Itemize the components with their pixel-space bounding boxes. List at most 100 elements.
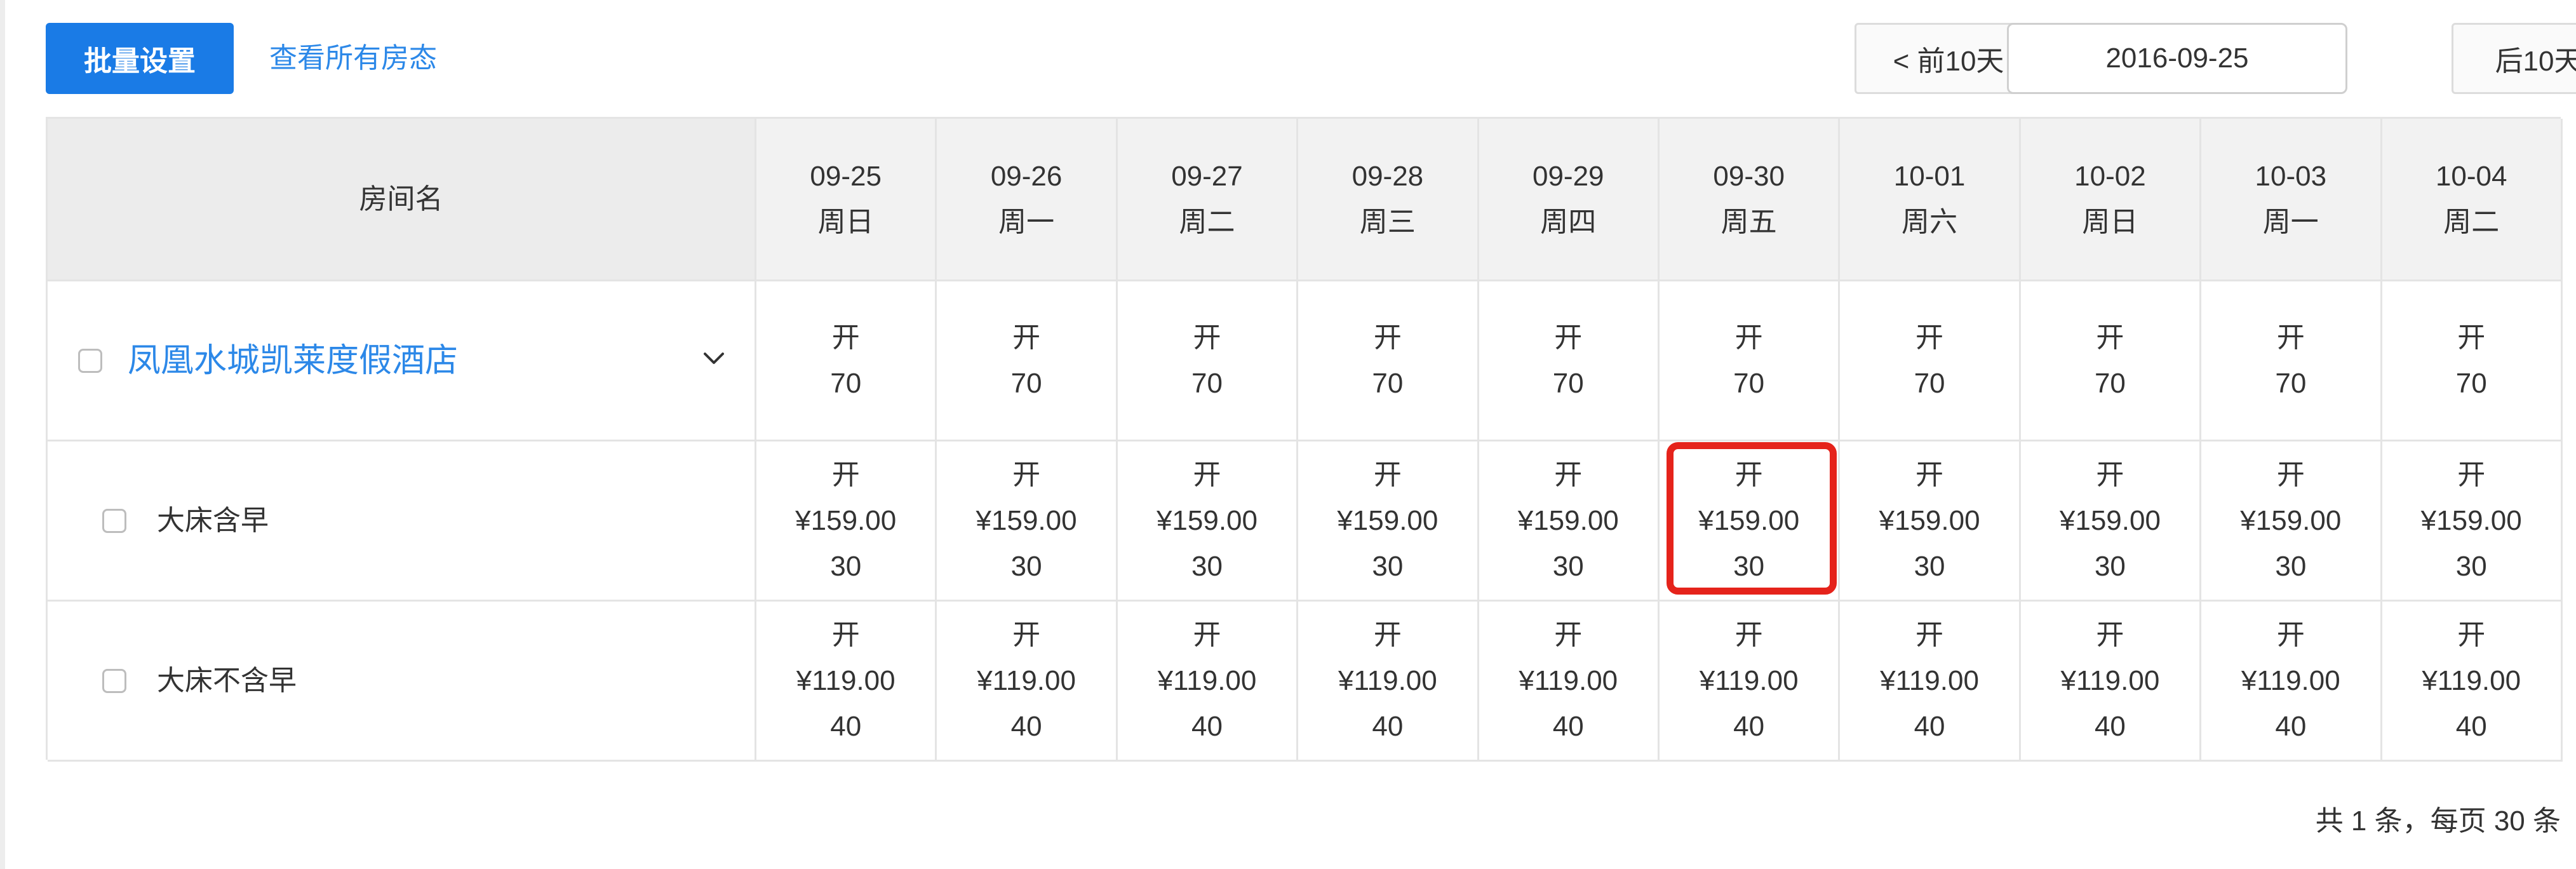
hotel-status-cell[interactable]: 开 70: [1298, 281, 1479, 441]
room-status-cell[interactable]: 开 ¥159.00 30: [1479, 441, 1660, 602]
status-text: 开: [831, 619, 860, 650]
room-status-cell[interactable]: 开 ¥119.00 40: [937, 602, 1118, 762]
status-text: 开: [2276, 459, 2305, 490]
price-text: ¥159.00: [1879, 504, 1980, 536]
room-status-cell[interactable]: 开 ¥159.00 30: [756, 441, 937, 602]
hotel-status-cell[interactable]: 开 70: [756, 281, 937, 441]
price-text: ¥159.00: [795, 504, 897, 536]
room-checkbox[interactable]: [102, 668, 126, 693]
hotel-checkbox[interactable]: [78, 348, 102, 373]
status-text: 开: [2457, 459, 2486, 490]
room-status-cell[interactable]: 开 ¥119.00 40: [2020, 602, 2202, 762]
status-text: 开: [2276, 619, 2305, 650]
price-text: ¥159.00: [1156, 504, 1258, 536]
room-status-cell[interactable]: 开 ¥159.00 30: [1659, 441, 1841, 602]
price-text: ¥119.00: [1880, 664, 1979, 696]
available-count: 40: [1191, 710, 1223, 742]
room-name-header-label: 房间名: [359, 183, 443, 215]
available-count: 40: [830, 710, 862, 742]
weekday-label: 周六: [1902, 206, 1958, 238]
price-text: ¥119.00: [1519, 664, 1618, 696]
available-count: 30: [1372, 550, 1404, 582]
price-text: ¥159.00: [2240, 504, 2342, 536]
room-status-cell[interactable]: 开 ¥119.00 40: [1840, 602, 2021, 762]
view-all-room-status-link[interactable]: 查看所有房态: [269, 38, 437, 79]
date-label: 09-28: [1352, 160, 1424, 192]
weekday-label: 周日: [817, 206, 874, 238]
status-text: 开: [1012, 459, 1041, 490]
available-count: 40: [1372, 710, 1404, 742]
status-text: 开: [1193, 321, 1221, 353]
room-status-cell[interactable]: 开 ¥119.00 40: [756, 602, 937, 762]
price-text: ¥119.00: [1338, 664, 1437, 696]
available-count: 70: [2094, 367, 2126, 399]
available-count: 70: [830, 367, 862, 399]
status-text: 开: [1012, 321, 1041, 353]
room-status-cell[interactable]: 开 ¥119.00 40: [2201, 602, 2382, 762]
hotel-status-cell[interactable]: 开 70: [1659, 281, 1841, 441]
date-label: 10-03: [2255, 160, 2327, 192]
room-name-label: 大床含早: [157, 504, 269, 536]
price-text: ¥119.00: [977, 664, 1076, 696]
available-count: 40: [2094, 710, 2126, 742]
weekday-label: 周五: [1721, 206, 1777, 238]
status-text: 开: [1373, 619, 1402, 650]
available-count: 30: [2094, 550, 2126, 582]
available-count: 70: [1372, 367, 1404, 399]
room-status-cell[interactable]: 开 ¥119.00 40: [2382, 602, 2563, 762]
price-text: ¥119.00: [2060, 664, 2160, 696]
room-name-label: 大床不含早: [157, 664, 297, 696]
status-text: 开: [1373, 459, 1402, 490]
batch-settings-button[interactable]: 批量设置: [46, 23, 234, 94]
status-text: 开: [1554, 459, 1583, 490]
next-10-days-button[interactable]: 后10天 >: [2452, 23, 2576, 94]
room-status-cell[interactable]: 开 ¥159.00 30: [2382, 441, 2563, 602]
price-text: ¥119.00: [2422, 664, 2521, 696]
room-status-cell[interactable]: 开 ¥119.00 40: [1479, 602, 1660, 762]
room-status-cell[interactable]: 开 ¥159.00 30: [2201, 441, 2382, 602]
price-text: ¥119.00: [1699, 664, 1799, 696]
room-status-cell[interactable]: 开 ¥159.00 30: [2020, 441, 2202, 602]
hotel-status-cell[interactable]: 开 70: [937, 281, 1118, 441]
hotel-status-cell[interactable]: 开 70: [2020, 281, 2202, 441]
status-text: 开: [2276, 321, 2305, 353]
available-count: 40: [1010, 710, 1042, 742]
status-text: 开: [1193, 459, 1221, 490]
date-label: 09-26: [990, 160, 1063, 192]
available-count: 30: [1010, 550, 1042, 582]
hotel-status-cell[interactable]: 开 70: [2201, 281, 2382, 441]
date-picker-input[interactable]: [2007, 23, 2347, 94]
left-edge-bar: [0, 0, 5, 869]
hotel-status-cell[interactable]: 开 70: [1479, 281, 1660, 441]
room-checkbox[interactable]: [102, 508, 126, 533]
available-count: 30: [1191, 550, 1223, 582]
status-text: 开: [831, 459, 860, 490]
date-label: 09-29: [1532, 160, 1604, 192]
room-status-cell[interactable]: 开 ¥119.00 40: [1298, 602, 1479, 762]
room-row-name-cell: 大床含早: [48, 441, 756, 602]
room-status-cell[interactable]: 开 ¥159.00 30: [1298, 441, 1479, 602]
status-text: 开: [1554, 619, 1583, 650]
date-header: 10-03 周一: [2201, 119, 2382, 281]
price-text: ¥159.00: [2420, 504, 2522, 536]
room-status-cell[interactable]: 开 ¥159.00 30: [937, 441, 1118, 602]
weekday-label: 周一: [998, 206, 1055, 238]
weekday-label: 周一: [2262, 206, 2319, 238]
hotel-name-link[interactable]: 凤凰水城凯莱度假酒店: [128, 338, 458, 384]
chevron-down-icon[interactable]: [701, 346, 727, 371]
available-count: 70: [1552, 367, 1584, 399]
weekday-label: 周三: [1359, 206, 1416, 238]
status-text: 开: [1734, 459, 1763, 490]
room-status-cell[interactable]: 开 ¥159.00 30: [1117, 441, 1299, 602]
room-status-cell[interactable]: 开 ¥119.00 40: [1117, 602, 1299, 762]
price-text: ¥159.00: [1517, 504, 1619, 536]
hotel-status-cell[interactable]: 开 70: [1117, 281, 1299, 441]
available-count: 40: [1552, 710, 1584, 742]
room-status-cell[interactable]: 开 ¥159.00 30: [1840, 441, 2021, 602]
available-count: 30: [1552, 550, 1584, 582]
room-status-cell[interactable]: 开 ¥119.00 40: [1659, 602, 1841, 762]
hotel-status-cell[interactable]: 开 70: [1840, 281, 2021, 441]
date-header: 09-28 周三: [1298, 119, 1479, 281]
hotel-status-cell[interactable]: 开 70: [2382, 281, 2563, 441]
date-label: 09-25: [810, 160, 882, 192]
